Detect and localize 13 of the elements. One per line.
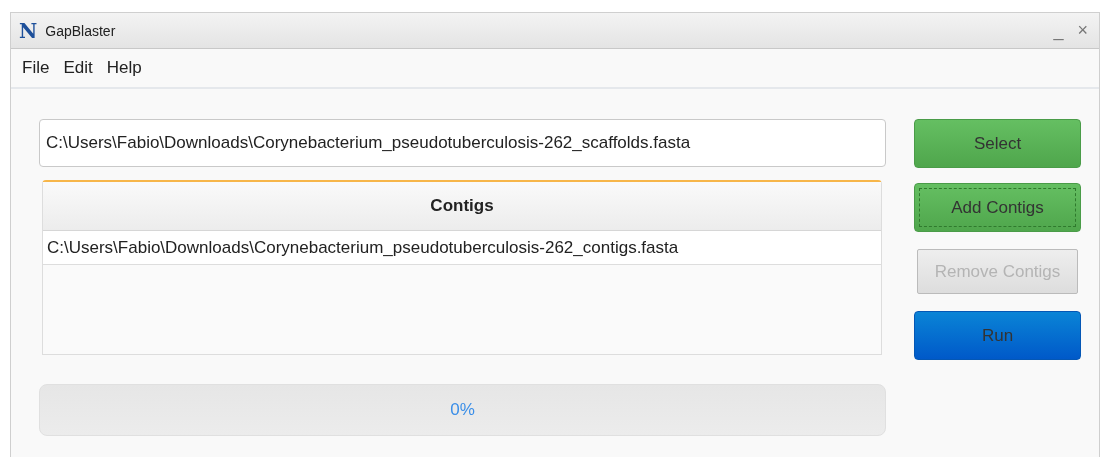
column-header[interactable]: Contigs <box>43 182 881 231</box>
action-button[interactable]: Add Contigs <box>914 183 1081 232</box>
menu-item[interactable]: Help <box>101 56 147 80</box>
window-title: GapBlaster <box>45 22 117 39</box>
minimize-button[interactable]: _ <box>1050 20 1067 41</box>
close-button[interactable]: × <box>1074 20 1091 41</box>
file-path-field[interactable]: C:\Users\Fabio\Downloads\Corynebacterium_pseudotuberculosis-262_scaffolds.fasta <box>39 119 886 167</box>
app-logo: N <box>19 18 38 43</box>
menu-item[interactable]: Edit <box>58 56 98 80</box>
menu-item[interactable]: File <box>17 56 55 80</box>
table-row[interactable]: C:\Users\Fabio\Downloads\Corynebacterium_pseudotuberculosis-262_contigs.fasta <box>43 231 881 265</box>
action-button[interactable]: Select <box>914 119 1081 168</box>
progress-reading: 0% <box>450 400 475 420</box>
